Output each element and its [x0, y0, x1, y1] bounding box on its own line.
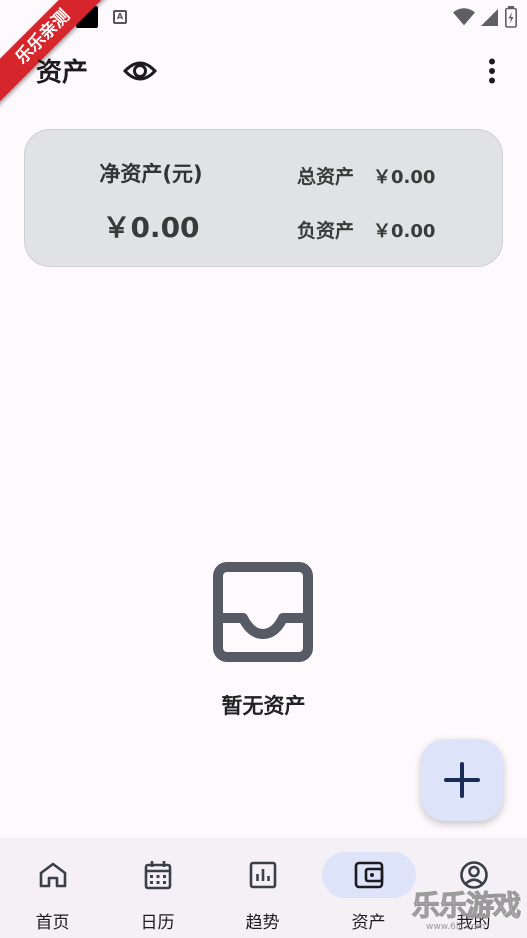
total-assets-value: ￥0.00 — [373, 167, 436, 188]
empty-state-text: 暂无资产 — [221, 694, 306, 718]
bottom-navigation: 首页 日历 趋势 资产 我的 — [0, 838, 527, 938]
net-assets-label: 净资产(元) — [99, 162, 203, 186]
wallet-icon — [354, 861, 383, 889]
eye-icon — [123, 61, 157, 81]
nav-item-calendar[interactable]: 日历 — [105, 852, 210, 938]
nav-item-assets[interactable]: 资产 — [316, 852, 421, 938]
add-asset-button[interactable] — [421, 739, 503, 821]
nav-indicator — [6, 852, 100, 898]
nav-item-trends[interactable]: 趋势 — [210, 852, 315, 938]
inbox-icon — [213, 562, 313, 662]
total-assets-label: 总资产 — [297, 166, 355, 188]
plus-icon — [444, 762, 480, 798]
assets-screen: A 乐乐亲测 资产 净资产(元) ￥0.00 总资产 ￥0.00 负资产 ￥0.… — [0, 0, 527, 938]
nav-item-home[interactable]: 首页 — [0, 852, 105, 938]
toggle-visibility-button[interactable] — [120, 51, 160, 91]
battery-icon — [505, 6, 517, 28]
status-bar: A — [0, 0, 527, 34]
wifi-icon — [453, 8, 475, 26]
more-options-button[interactable] — [472, 51, 512, 91]
more-vert-icon — [489, 58, 495, 84]
nav-indicator — [427, 852, 521, 898]
nav-label: 首页 — [35, 913, 70, 933]
home-icon — [39, 862, 66, 888]
account-icon — [459, 861, 488, 889]
nav-label: 资产 — [351, 913, 386, 933]
nav-label: 趋势 — [245, 913, 280, 933]
nav-indicator — [321, 852, 416, 898]
notification-icon — [76, 6, 98, 28]
nav-label: 我的 — [456, 913, 491, 933]
liabilities-value: ￥0.00 — [373, 221, 436, 242]
nav-indicator — [111, 852, 205, 898]
app-bar: 资产 — [0, 40, 527, 100]
asset-summary-card: 净资产(元) ￥0.00 总资产 ￥0.00 负资产 ￥0.00 — [24, 129, 503, 267]
liabilities-label: 负资产 — [297, 220, 355, 242]
page-title: 资产 — [36, 58, 89, 88]
net-assets-value: ￥0.00 — [102, 211, 200, 244]
signal-icon — [481, 9, 498, 26]
status-icons — [453, 6, 517, 28]
font-notification-icon: A — [113, 10, 127, 24]
nav-item-profile[interactable]: 我的 — [421, 852, 526, 938]
nav-indicator — [216, 852, 310, 898]
calendar-icon — [144, 861, 171, 890]
nav-label: 日历 — [140, 913, 175, 933]
chart-icon — [249, 861, 276, 889]
